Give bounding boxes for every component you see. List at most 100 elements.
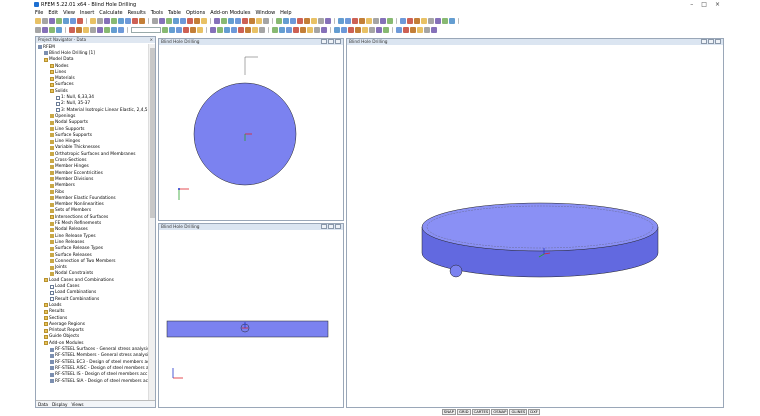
- toolbar-button-icon[interactable]: [176, 26, 182, 33]
- toolbar-button-icon[interactable]: [403, 26, 409, 33]
- toolbar-button-icon[interactable]: [90, 26, 96, 33]
- tab-views[interactable]: Views: [71, 402, 83, 407]
- tab-display[interactable]: Display: [52, 402, 67, 407]
- toolbar-button-icon[interactable]: [173, 17, 179, 24]
- toolbar-button-icon[interactable]: [348, 26, 354, 33]
- toolbar-button-icon[interactable]: [162, 26, 168, 33]
- toolbar-button-icon[interactable]: [42, 26, 48, 33]
- status-toggle-glines[interactable]: GLINES: [509, 409, 528, 415]
- toolbar-button-icon[interactable]: [314, 26, 320, 33]
- minimize-icon[interactable]: –: [690, 1, 693, 8]
- status-toggle-osnap[interactable]: OSNAP: [491, 409, 509, 415]
- toolbar-button-icon[interactable]: [180, 17, 186, 24]
- toolbar-button-icon[interactable]: [259, 26, 265, 33]
- solid-side-view[interactable]: [166, 320, 329, 338]
- toolbar-button-icon[interactable]: [63, 17, 69, 24]
- toolbar-button-icon[interactable]: [97, 17, 103, 24]
- minimize-icon[interactable]: [321, 39, 327, 44]
- toolbar-button-icon[interactable]: [159, 17, 165, 24]
- view-window-front[interactable]: Blind Hole Drilling: [158, 223, 344, 408]
- toolbar-button-icon[interactable]: [242, 17, 248, 24]
- toolbar-button-icon[interactable]: [224, 26, 230, 33]
- toolbar-button-icon[interactable]: [190, 26, 196, 33]
- solid-cylinder-top[interactable]: [421, 202, 659, 252]
- top-view-canvas[interactable]: [159, 45, 343, 220]
- toolbar-button-icon[interactable]: [245, 26, 251, 33]
- toolbar-button-icon[interactable]: [210, 26, 216, 33]
- toolbar-button-icon[interactable]: [169, 26, 175, 33]
- maximize-icon[interactable]: [328, 224, 334, 229]
- toolbar-button-icon[interactable]: [417, 26, 423, 33]
- toolbar-button-icon[interactable]: [139, 17, 145, 24]
- toolbar-button-icon[interactable]: [249, 17, 255, 24]
- menu-item-insert[interactable]: Insert: [80, 10, 94, 16]
- close-icon[interactable]: [335, 39, 341, 44]
- toolbar-button-icon[interactable]: [338, 17, 344, 24]
- toolbar-button-icon[interactable]: [197, 26, 203, 33]
- toolbar-button-icon[interactable]: [231, 26, 237, 33]
- toolbar-button-icon[interactable]: [396, 26, 402, 33]
- navigator-scrollbar[interactable]: [148, 44, 155, 401]
- toolbar-button-icon[interactable]: [272, 26, 278, 33]
- toolbar-button-icon[interactable]: [97, 26, 103, 33]
- toolbar-button-icon[interactable]: [235, 17, 241, 24]
- menu-item-add-on-modules[interactable]: Add-on Modules: [210, 10, 250, 16]
- toolbar-button-icon[interactable]: [380, 17, 386, 24]
- front-view-canvas[interactable]: [159, 230, 343, 407]
- minimize-icon[interactable]: [701, 39, 707, 44]
- menu-item-file[interactable]: File: [35, 10, 43, 16]
- tree-item[interactable]: RF-STEEL SIA - Design of steel members a…: [50, 378, 149, 384]
- toolbar-button-icon[interactable]: [228, 17, 234, 24]
- toolbar-button-icon[interactable]: [293, 26, 299, 33]
- toolbar-button-icon[interactable]: [263, 17, 269, 24]
- view-window-iso[interactable]: Blind Hole Drilling: [346, 38, 724, 408]
- menu-item-help[interactable]: Help: [280, 10, 291, 16]
- toolbar-button-icon[interactable]: [83, 26, 89, 33]
- toolbar-button-icon[interactable]: [307, 26, 313, 33]
- maximize-icon[interactable]: [708, 39, 714, 44]
- close-icon[interactable]: ×: [715, 1, 720, 8]
- menu-item-table[interactable]: Table: [168, 10, 181, 16]
- toolbar-button-icon[interactable]: [442, 17, 448, 24]
- toolbar-button-icon[interactable]: [256, 17, 262, 24]
- menu-item-edit[interactable]: Edit: [48, 10, 58, 16]
- maximize-icon[interactable]: □: [701, 1, 707, 8]
- toolbar-button-icon[interactable]: [387, 17, 393, 24]
- close-icon[interactable]: [715, 39, 721, 44]
- toolbar-button-icon[interactable]: [297, 17, 303, 24]
- toolbar-button-icon[interactable]: [35, 17, 41, 24]
- toolbar-button-icon[interactable]: [118, 26, 124, 33]
- toolbar-button-icon[interactable]: [183, 26, 189, 33]
- menu-item-calculate[interactable]: Calculate: [99, 10, 122, 16]
- toolbar-button-icon[interactable]: [276, 17, 282, 24]
- toolbar-button-icon[interactable]: [325, 17, 331, 24]
- toolbar-button-icon[interactable]: [221, 17, 227, 24]
- toolbar-button-icon[interactable]: [279, 26, 285, 33]
- toolbar-button-icon[interactable]: [111, 26, 117, 33]
- toolbar-button-icon[interactable]: [152, 17, 158, 24]
- view-window-top[interactable]: Blind Hole Drilling: [158, 38, 344, 221]
- toolbar-button-icon[interactable]: [410, 26, 416, 33]
- toolbar-button-icon[interactable]: [321, 26, 327, 33]
- toolbar-button-icon[interactable]: [383, 26, 389, 33]
- close-icon[interactable]: ×: [150, 37, 153, 43]
- toolbar-button-icon[interactable]: [194, 17, 200, 24]
- toolbar-button-icon[interactable]: [49, 17, 55, 24]
- status-toggle-snap[interactable]: SNAP: [441, 409, 456, 415]
- toolbar-button-icon[interactable]: [334, 26, 340, 33]
- menu-item-results[interactable]: Results: [128, 10, 146, 16]
- toolbar-button-icon[interactable]: [132, 17, 138, 24]
- toolbar-button-icon[interactable]: [118, 17, 124, 24]
- toolbar-button-icon[interactable]: [214, 17, 220, 24]
- toolbar-button-icon[interactable]: [376, 26, 382, 33]
- toolbar-button-icon[interactable]: [70, 17, 76, 24]
- toolbar-button-icon[interactable]: [42, 17, 48, 24]
- toolbar-button-icon[interactable]: [77, 17, 83, 24]
- toolbar-button-icon[interactable]: [352, 17, 358, 24]
- toolbar-button-icon[interactable]: [373, 17, 379, 24]
- toolbar-button-icon[interactable]: [424, 26, 430, 33]
- toolbar-button-icon[interactable]: [201, 17, 207, 24]
- toolbar-button-icon[interactable]: [125, 17, 131, 24]
- toolbar-button-icon[interactable]: [283, 17, 289, 24]
- toolbar-button-icon[interactable]: [449, 17, 455, 24]
